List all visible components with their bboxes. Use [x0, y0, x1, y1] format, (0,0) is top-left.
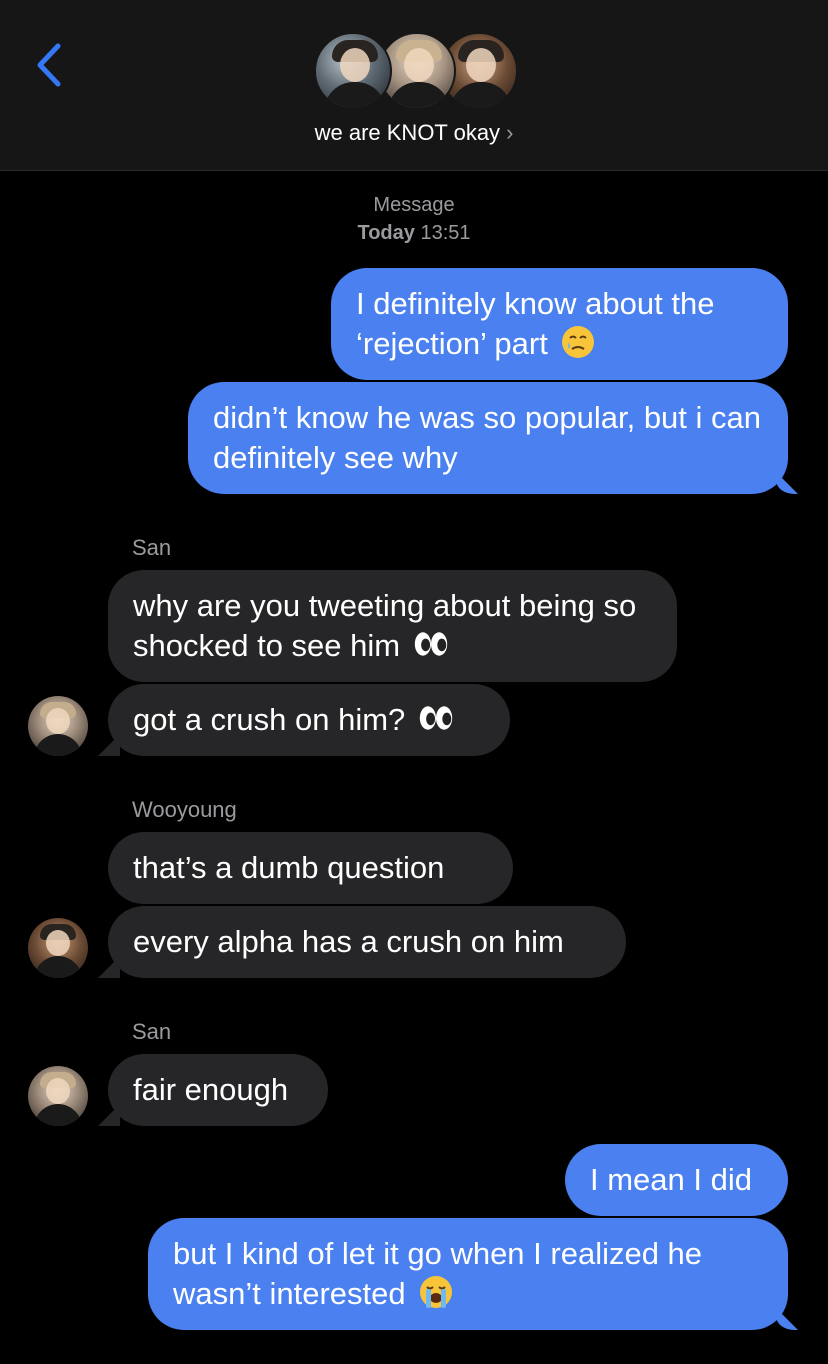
outgoing-message[interactable]: I mean I did	[565, 1144, 788, 1216]
message-text: I definitely know about the ‘rejection’ …	[356, 286, 715, 361]
message-text: that’s a dumb question	[133, 850, 445, 885]
incoming-message[interactable]: that’s a dumb question	[108, 832, 513, 904]
incoming-message[interactable]: got a crush on him?	[108, 684, 510, 756]
message-text: fair enough	[133, 1072, 289, 1107]
group-name-button[interactable]: we are KNOT okay ›	[0, 120, 828, 146]
avatar[interactable]	[28, 1066, 88, 1126]
message-text: got a crush on him?	[133, 702, 406, 737]
message-text: why are you tweeting about being so shoc…	[133, 588, 637, 663]
timestamp: Today 13:51	[357, 222, 471, 244]
avatar	[314, 32, 392, 110]
message-service-label: Message	[373, 194, 455, 216]
message-text: I mean I did	[590, 1162, 752, 1197]
avatar[interactable]	[28, 918, 88, 978]
outgoing-message[interactable]: I definitely know about the ‘rejection’ …	[331, 268, 788, 380]
avatar[interactable]	[28, 696, 88, 756]
chevron-left-icon	[37, 43, 61, 87]
eyes-icon	[414, 632, 447, 656]
message-text: every alpha has a crush on him	[133, 924, 564, 959]
back-button[interactable]	[28, 38, 68, 92]
incoming-message[interactable]: why are you tweeting about being so shoc…	[108, 570, 677, 682]
sender-name: San	[132, 535, 172, 560]
chat-header: we are KNOT okay ›	[0, 0, 828, 171]
sender-name: Wooyoung	[132, 797, 237, 822]
loudly-crying-face-icon	[420, 1276, 453, 1308]
incoming-message[interactable]: fair enough	[108, 1054, 328, 1126]
sender-name: San	[132, 1019, 172, 1044]
face-holding-back-tears-icon	[562, 326, 595, 358]
eyes-icon	[419, 706, 453, 730]
outgoing-message[interactable]: but I kind of let it go when I realized …	[148, 1218, 788, 1330]
incoming-message[interactable]: every alpha has a crush on him	[108, 906, 626, 978]
group-avatars[interactable]	[314, 32, 518, 112]
outgoing-message[interactable]: didn’t know he was so popular, but i can…	[188, 382, 788, 494]
chevron-right-icon: ›	[506, 120, 514, 145]
message-text: didn’t know he was so popular, but i can…	[213, 400, 762, 475]
group-name: we are KNOT okay	[314, 120, 501, 145]
